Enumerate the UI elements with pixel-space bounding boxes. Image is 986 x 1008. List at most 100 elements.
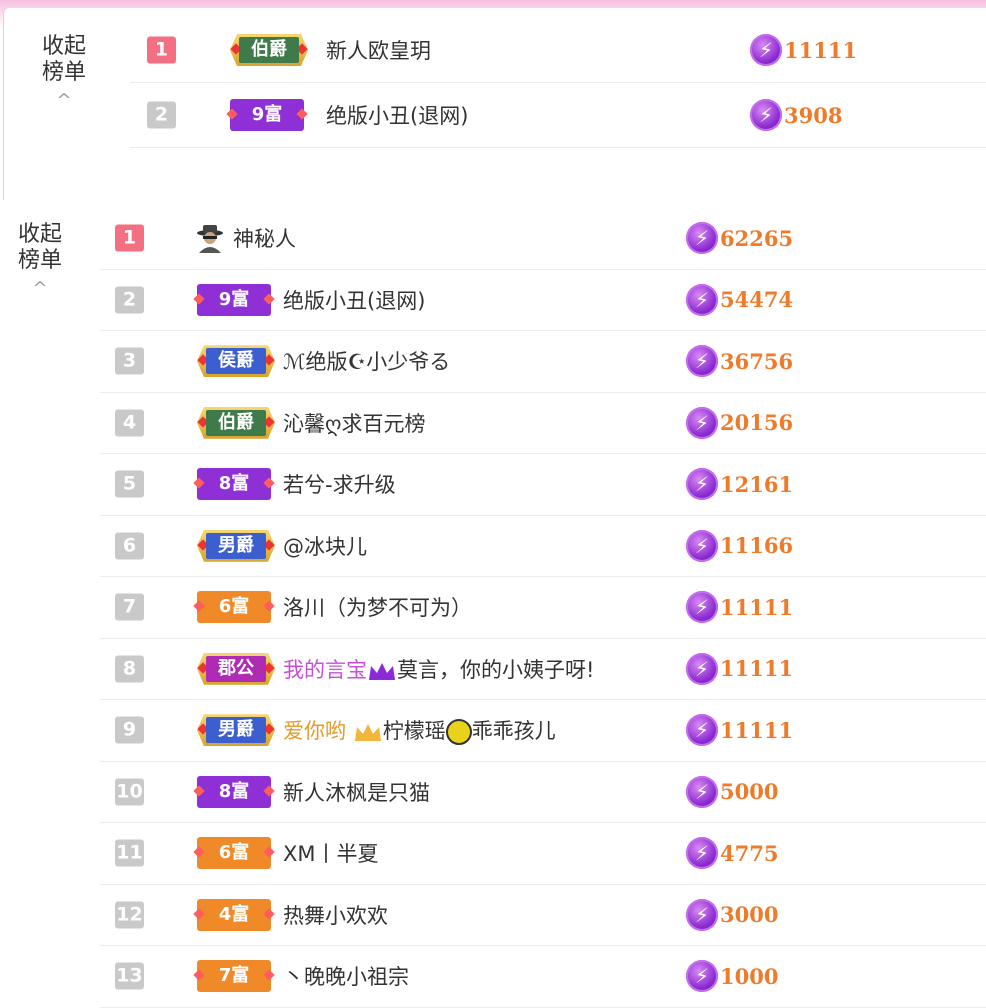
badge-ornament-icon — [193, 600, 205, 612]
score-value: 1000 — [720, 963, 779, 989]
user-nickname[interactable]: XM丨半夏 — [283, 838, 379, 868]
ranking-row[interactable]: 4 伯爵 沁馨ღ求百元榜 ⚡ 20156 — [100, 393, 986, 454]
badge-label: 郡公 — [218, 657, 254, 679]
ranking-row[interactable]: 13 7富 丶晚晚小祖宗 ⚡ 1000 — [100, 946, 986, 1008]
chevron-up-icon: ^ — [56, 90, 72, 111]
ranking-row[interactable]: 1 伯爵 新人欧皇玥 ⚡ 11111 — [130, 18, 986, 83]
collapse-label-line2: 榜单 — [42, 60, 87, 85]
rank-number: 3 — [115, 347, 144, 375]
rank-number: 12 — [115, 901, 144, 929]
ranking-row[interactable]: 12 4富 热舞小欢欢 ⚡ 3000 — [100, 885, 986, 946]
contribution-score: ⚡ 11111 — [686, 714, 794, 747]
rank-number: 2 — [115, 286, 144, 314]
badge-ornament-icon — [193, 908, 205, 920]
collapse-ranking-button-main[interactable]: 收起 榜单 ^ — [18, 222, 63, 298]
ranking-row[interactable]: 9 男爵 爱你哟 柠檬瑶 乖乖孩儿 ⚡ 11111 — [100, 700, 986, 762]
score-value: 4775 — [720, 840, 779, 866]
ranking-row[interactable]: 10 8富 新人沐枫是只猫 ⚡ 5000 — [100, 762, 986, 823]
badge-label: 6富 — [218, 842, 250, 864]
nickname-middle: 柠檬瑶 — [382, 719, 446, 744]
contribution-score: ⚡ 11111 — [686, 591, 793, 624]
user-nickname[interactable]: 丶晚晚小祖宗 — [283, 961, 409, 991]
score-value: 36756 — [720, 348, 794, 374]
badge-ornament-icon — [263, 908, 275, 920]
level-badge: 4富 — [193, 898, 275, 931]
user-nickname[interactable]: ℳ绝版☪小少爷る — [283, 346, 450, 376]
badge-label: 8富 — [218, 780, 250, 802]
user-nickname[interactable]: 绝版小丑(退网) — [326, 100, 468, 130]
rank-number: 2 — [147, 101, 176, 129]
badge-ornament-icon — [296, 108, 308, 120]
ranking-row[interactable]: 11 6富 XM丨半夏 ⚡ 4775 — [100, 823, 986, 885]
lightning-gem-icon: ⚡ — [686, 345, 718, 378]
user-nickname[interactable]: 热舞小欢欢 — [283, 900, 388, 930]
score-value: 3000 — [720, 902, 779, 928]
rank-number: 11 — [115, 839, 144, 867]
level-badge: 伯爵 — [230, 34, 308, 66]
contribution-score: ⚡ 36756 — [686, 345, 794, 378]
nickname-highlight: 爱你哟 — [283, 719, 346, 744]
lightning-gem-icon: ⚡ — [686, 529, 718, 562]
gold-crown-icon — [354, 724, 381, 742]
ranking-row[interactable]: 6 男爵 @冰块儿 ⚡ 11166 — [100, 516, 986, 577]
nickname-suffix: 乖乖孩儿 — [471, 719, 556, 744]
rank-number: 9 — [115, 716, 144, 744]
user-nickname[interactable]: 爱你哟 柠檬瑶 乖乖孩儿 — [283, 715, 556, 746]
ranking-row[interactable]: 8 郡公 我的言宝 莫言，你的小姨子呀! ⚡ 11111 — [100, 639, 986, 700]
badge-label: 男爵 — [218, 534, 254, 556]
badge-label: 伯爵 — [218, 411, 254, 433]
badge-label: 9富 — [218, 288, 250, 310]
contribution-score: ⚡ 11166 — [686, 529, 793, 562]
rank-number: 1 — [115, 224, 144, 252]
score-value: 3908 — [784, 102, 843, 128]
badge-ornament-icon — [193, 477, 205, 489]
ranking-row[interactable]: 5 8富 若兮-求升级 ⚡ 12161 — [100, 454, 986, 516]
ranking-row[interactable]: 2 9富 绝版小丑(退网) ⚡ 3908 — [130, 83, 986, 148]
collapse-label-line1: 收起 — [42, 34, 87, 59]
ranking-row[interactable]: 7 6富 洛川（为梦不可为） ⚡ 11111 — [100, 577, 986, 639]
nickname-suffix: 莫言，你的小姨子呀! — [397, 657, 595, 682]
score-value: 11111 — [784, 37, 858, 63]
score-value: 11111 — [720, 656, 794, 682]
contribution-score: ⚡ 11111 — [750, 34, 857, 66]
user-nickname[interactable]: @冰块儿 — [283, 531, 367, 561]
level-badge: 男爵 — [197, 714, 275, 747]
badge-label: 6富 — [218, 596, 250, 618]
lightning-gem-icon: ⚡ — [686, 898, 718, 931]
level-badge: 伯爵 — [197, 406, 275, 439]
badge-ornament-icon — [193, 969, 205, 981]
level-badge: 9富 — [226, 99, 308, 131]
level-badge: 侯爵 — [197, 345, 275, 378]
user-nickname[interactable]: 绝版小丑(退网) — [283, 285, 425, 315]
collapse-ranking-button-top[interactable]: 收起 榜单 ^ — [42, 34, 87, 111]
contribution-score: ⚡ 12161 — [686, 468, 794, 501]
ranking-row[interactable]: 2 9富 绝版小丑(退网) ⚡ 54474 — [100, 270, 986, 331]
level-badge: 6富 — [193, 837, 275, 870]
score-value: 12161 — [720, 471, 794, 497]
collapse-label-line1: 收起 — [18, 222, 63, 247]
badge-ornament-icon — [263, 477, 275, 489]
user-nickname[interactable]: 若兮-求升级 — [283, 469, 396, 499]
badge-label: 9富 — [251, 104, 283, 125]
user-nickname[interactable]: 沁馨ღ求百元榜 — [283, 408, 426, 438]
lightning-gem-icon: ⚡ — [686, 714, 718, 747]
badge-ornament-icon — [263, 846, 275, 858]
user-nickname[interactable]: 我的言宝 莫言，你的小姨子呀! — [283, 654, 594, 684]
badge-label: 4富 — [218, 903, 250, 925]
badge-ornament-icon — [263, 293, 275, 305]
badge-label: 7富 — [218, 965, 250, 987]
user-nickname[interactable]: 新人沐枫是只猫 — [283, 777, 430, 807]
score-value: 11111 — [720, 717, 794, 743]
ranking-row[interactable]: 1 神秘人 ⚡ 62265 — [100, 208, 986, 270]
contribution-score: ⚡ 11111 — [686, 652, 794, 685]
user-nickname[interactable]: 神秘人 — [233, 223, 296, 253]
ranking-row[interactable]: 3 侯爵 ℳ绝版☪小少爷る ⚡ 36756 — [100, 331, 986, 393]
user-nickname[interactable]: 洛川（为梦不可为） — [283, 592, 472, 622]
level-badge: 6富 — [193, 591, 275, 624]
user-nickname[interactable]: 新人欧皇玥 — [326, 35, 431, 65]
level-badge: 9富 — [193, 283, 275, 316]
contribution-score: ⚡ 5000 — [686, 775, 778, 808]
badge-ornament-icon — [193, 785, 205, 797]
contribution-score: ⚡ 62265 — [686, 222, 794, 255]
score-value: 62265 — [720, 225, 794, 251]
